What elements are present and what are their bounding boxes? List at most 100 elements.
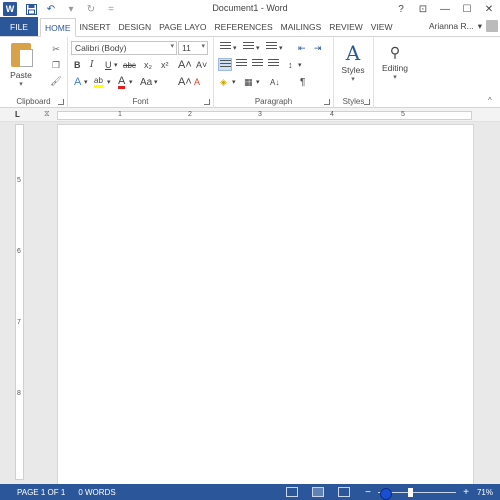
horizontal-ruler[interactable]: 1 2 3 4 5	[57, 111, 472, 120]
horizontal-ruler-bar: L 1 2 3 4 5 ⧖	[0, 108, 500, 122]
align-right-icon[interactable]	[252, 59, 264, 71]
font-name-box[interactable]: Calibri (Body) ▾	[71, 41, 177, 55]
superscript-button[interactable]: x²	[161, 58, 169, 72]
ruler-tick-label: 4	[330, 111, 334, 118]
format-painter-icon[interactable]: 🖌	[50, 75, 62, 87]
tab-design[interactable]: DESIGN	[115, 18, 156, 36]
show-formatting-icon[interactable]: ¶	[300, 75, 305, 89]
sort-icon[interactable]: A↓	[270, 75, 279, 89]
shading-dropdown-icon[interactable]: ▾	[232, 75, 236, 89]
tab-review[interactable]: REVIEW	[325, 18, 367, 36]
print-layout-icon[interactable]	[312, 487, 324, 497]
numbering-dropdown-icon[interactable]: ▾	[256, 41, 260, 55]
zoom-out-button[interactable]: −	[364, 487, 372, 498]
maximize-icon[interactable]: ☐	[456, 0, 478, 18]
read-mode-icon[interactable]	[286, 487, 298, 497]
word-count[interactable]: 0 WORDS	[78, 488, 115, 497]
minimize-icon[interactable]: —	[434, 0, 456, 18]
shrink-font-button[interactable]: A˅	[196, 58, 207, 72]
multilevel-dropdown-icon[interactable]: ▾	[279, 41, 283, 55]
text-effects-dropdown-icon[interactable]: ▾	[84, 75, 88, 89]
tab-selector[interactable]: L	[15, 110, 25, 120]
help-icon[interactable]: ?	[390, 0, 412, 18]
paste-button[interactable]: Paste ▾	[6, 41, 36, 91]
subscript-button[interactable]: x₂	[144, 58, 152, 72]
page-count[interactable]: PAGE 1 OF 1	[17, 488, 65, 497]
zoom-thumb[interactable]	[408, 488, 414, 497]
bold-button[interactable]: B	[74, 58, 81, 72]
borders-icon[interactable]: ▦	[244, 75, 253, 89]
ruler-tick-label: 1	[118, 111, 122, 118]
underline-dropdown-icon[interactable]: ▾	[114, 58, 118, 72]
paragraph-launcher-icon[interactable]	[324, 99, 330, 105]
user-dropdown-icon: ▾	[477, 20, 482, 31]
clipboard-group: Paste ▾ ✂ ❐ 🖌 Clipboard	[0, 37, 68, 108]
bullets-dropdown-icon[interactable]: ▾	[233, 41, 237, 55]
indent-marker-icon[interactable]: ⧖	[44, 109, 50, 119]
multilevel-list-icon[interactable]	[266, 42, 278, 54]
tab-home[interactable]: HOME	[40, 18, 76, 37]
decrease-indent-icon[interactable]: ⇤	[298, 41, 306, 55]
shading-icon[interactable]: ◈	[220, 75, 227, 89]
word-logo-icon[interactable]: W	[3, 2, 17, 16]
font-launcher-icon[interactable]	[204, 99, 210, 105]
line-spacing-icon[interactable]: ↕	[288, 58, 293, 72]
font-group: Calibri (Body) ▾ 11 ▾ B I U ▾ abc x₂ x² …	[68, 37, 214, 108]
highlight-button[interactable]: ab	[94, 75, 103, 88]
copy-icon[interactable]: ❐	[50, 59, 62, 71]
highlight-dropdown-icon[interactable]: ▾	[107, 75, 111, 89]
paste-label: Paste	[10, 70, 32, 80]
undo-icon[interactable]: ↶	[45, 3, 57, 15]
styles-launcher-icon[interactable]	[364, 99, 370, 105]
font-color-dropdown-icon[interactable]: ▾	[129, 75, 133, 89]
redo-icon[interactable]: ↻	[85, 3, 97, 15]
zoom-in-button[interactable]: +	[462, 487, 470, 498]
change-case-button[interactable]: Aa	[140, 75, 152, 89]
font-color-button[interactable]: A	[118, 75, 126, 89]
italic-button[interactable]: I	[90, 58, 94, 72]
tab-mailings[interactable]: MAILINGS	[277, 18, 326, 36]
vertical-ruler[interactable]: 5 6 7 8	[15, 124, 24, 480]
window-controls: ? ⊡ — ☐ ✕	[390, 0, 500, 18]
borders-dropdown-icon[interactable]: ▾	[256, 75, 260, 89]
save-icon[interactable]	[25, 3, 37, 15]
document-page[interactable]	[57, 124, 474, 486]
ribbon-display-icon[interactable]: ⊡	[412, 0, 434, 18]
strikethrough-button[interactable]: abc	[123, 58, 136, 72]
grow-font-button[interactable]: A˄	[178, 58, 192, 72]
line-spacing-dropdown-icon[interactable]: ▾	[298, 58, 302, 72]
undo-dropdown-icon[interactable]: ▾	[65, 3, 77, 15]
tab-references[interactable]: REFERENCES	[211, 18, 277, 36]
justify-icon[interactable]	[268, 59, 280, 71]
editing-button[interactable]: ⚲ Editing ▾	[378, 41, 412, 81]
ruler-tick-label: 5	[401, 111, 405, 118]
zoom-level[interactable]: 71%	[470, 488, 500, 497]
align-left-icon[interactable]	[218, 58, 232, 71]
ribbon-home: Paste ▾ ✂ ❐ 🖌 Clipboard Calibri (Body) ▾…	[0, 37, 500, 108]
clear-formatting-button[interactable]: A	[194, 75, 200, 89]
tab-file[interactable]: FILE	[0, 17, 38, 36]
underline-button[interactable]: U	[105, 58, 112, 72]
styles-button[interactable]: A Styles ▾	[338, 41, 368, 83]
tab-page-layout[interactable]: PAGE LAYO	[155, 18, 210, 36]
user-account[interactable]: Arianna R... ▾	[429, 20, 498, 32]
web-layout-icon[interactable]	[338, 487, 350, 497]
collapse-ribbon-icon[interactable]: ^	[488, 93, 492, 107]
align-center-icon[interactable]	[236, 59, 248, 71]
increase-indent-icon[interactable]: ⇥	[314, 41, 322, 55]
status-bar: PAGE 1 OF 1 0 WORDS − + 71%	[0, 484, 500, 500]
bullets-icon[interactable]	[220, 42, 232, 54]
change-case-dropdown-icon[interactable]: ▾	[154, 75, 158, 89]
tab-view[interactable]: VIEW	[367, 18, 397, 36]
title-bar: W ↶ ▾ ↻ = Document1 - Word ? ⊡ — ☐ ✕	[0, 0, 500, 18]
numbering-icon[interactable]	[243, 42, 255, 54]
clipboard-launcher-icon[interactable]	[58, 99, 64, 105]
grow-font-alt-button[interactable]: A˄	[178, 75, 192, 89]
close-icon[interactable]: ✕	[478, 0, 500, 18]
font-size-box[interactable]: 11 ▾	[178, 41, 208, 55]
customize-qat-icon[interactable]: =	[105, 3, 117, 15]
cut-icon[interactable]: ✂	[50, 43, 62, 55]
text-effects-button[interactable]: A	[74, 75, 81, 89]
tab-insert[interactable]: INSERT	[76, 18, 115, 36]
mouse-cursor-icon	[380, 488, 392, 500]
